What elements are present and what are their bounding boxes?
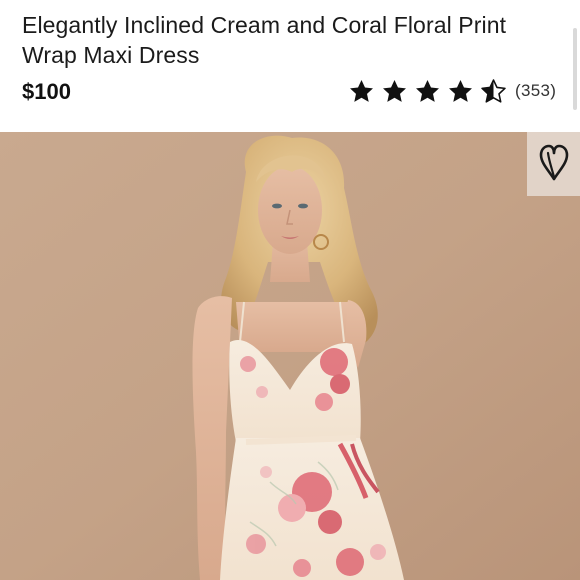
- model-illustration: [0, 132, 580, 580]
- product-page: Elegantly Inclined Cream and Coral Flora…: [0, 0, 580, 580]
- product-rating[interactable]: (353): [348, 76, 556, 106]
- star-full-icon: [414, 78, 441, 105]
- scrollbar[interactable]: [573, 28, 577, 110]
- star-half-icon: [480, 78, 507, 105]
- product-price: $100: [22, 79, 71, 104]
- heart-outline-icon: [537, 143, 571, 185]
- product-title: Elegantly Inclined Cream and Coral Flora…: [22, 12, 507, 68]
- star-full-icon: [348, 78, 375, 105]
- product-header: Elegantly Inclined Cream and Coral Flora…: [0, 0, 580, 132]
- product-photo[interactable]: [0, 132, 580, 580]
- star-full-icon: [381, 78, 408, 105]
- star-full-icon: [447, 78, 474, 105]
- favorite-button[interactable]: [527, 132, 580, 196]
- review-count[interactable]: (353): [515, 81, 556, 101]
